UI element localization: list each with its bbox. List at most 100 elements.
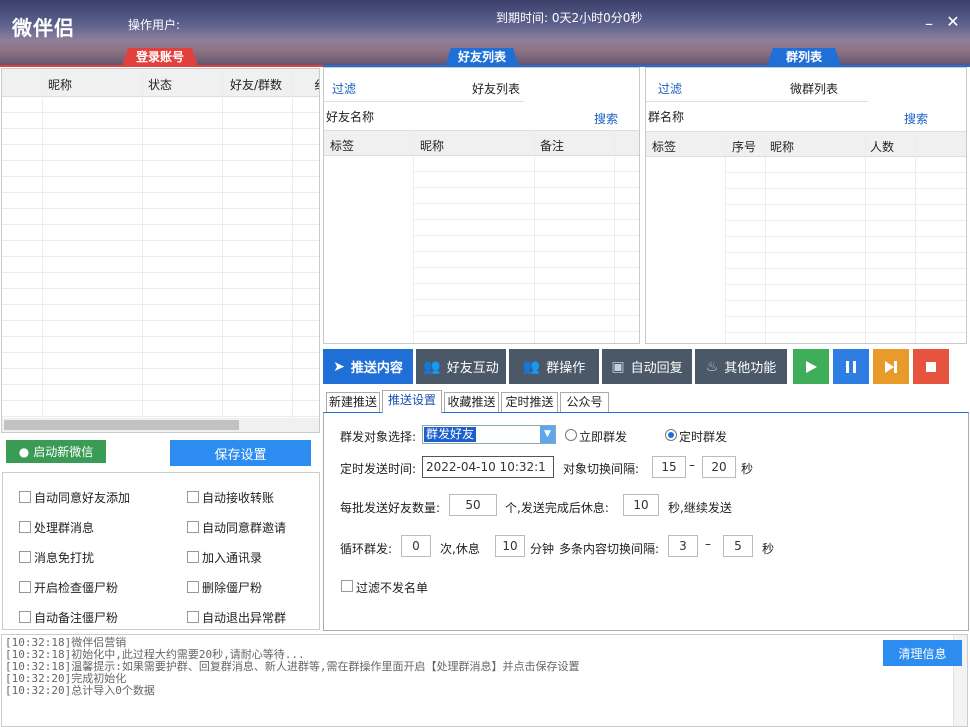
next-button[interactable] (873, 349, 909, 384)
table-row[interactable] (414, 284, 639, 300)
table-row[interactable] (726, 205, 966, 221)
stop-button[interactable] (913, 349, 949, 384)
table-row[interactable] (2, 97, 319, 113)
pause-button[interactable] (833, 349, 869, 384)
table-row[interactable] (2, 337, 319, 353)
group-col-index[interactable]: 序号 (732, 138, 756, 155)
batch-size-input[interactable]: 50 (449, 494, 497, 516)
subtab-new-push[interactable]: 新建推送 (326, 392, 380, 412)
loop-rest-input[interactable]: 10 (495, 535, 525, 557)
subtab-scheduled-push[interactable]: 定时推送 (501, 392, 558, 412)
option-checkbox[interactable] (187, 581, 199, 593)
tab-other-functions[interactable]: ♨ 其他功能 (695, 349, 787, 384)
table-row[interactable] (726, 253, 966, 269)
table-row[interactable] (2, 369, 319, 385)
friend-search-button[interactable]: 搜索 (594, 110, 618, 127)
option-checkbox[interactable] (19, 521, 31, 533)
table-row[interactable] (726, 317, 966, 333)
table-row[interactable] (414, 316, 639, 332)
table-row[interactable] (2, 161, 319, 177)
table-row[interactable] (726, 189, 966, 205)
multi-max-input[interactable]: 5 (723, 535, 753, 557)
table-row[interactable] (2, 193, 319, 209)
target-select[interactable]: 群发好友 ▼ (422, 425, 556, 444)
tab-group-operation[interactable]: 👥 群操作 (509, 349, 599, 384)
option-checkbox[interactable] (187, 491, 199, 503)
scrollbar-thumb[interactable] (4, 420, 239, 430)
option-checkbox[interactable] (187, 521, 199, 533)
send-time-input[interactable]: 2022-04-10 10:32:1 (422, 456, 554, 478)
filter-blacklist-checkbox[interactable] (341, 580, 353, 592)
option-checkbox[interactable] (19, 491, 31, 503)
table-row[interactable] (414, 300, 639, 316)
table-row[interactable] (414, 236, 639, 252)
option-checkbox[interactable] (19, 551, 31, 563)
table-row[interactable] (414, 188, 639, 204)
rest-seconds-input[interactable]: 10 (623, 494, 659, 516)
table-row[interactable] (414, 156, 639, 172)
loop-count-input[interactable]: 0 (401, 535, 431, 557)
table-row[interactable] (2, 289, 319, 305)
tab-friend-interaction[interactable]: 👥 好友互动 (416, 349, 506, 384)
table-row[interactable] (2, 129, 319, 145)
group-col-tag[interactable]: 标签 (652, 138, 676, 155)
option-checkbox[interactable] (187, 611, 199, 623)
table-row[interactable] (2, 273, 319, 289)
table-row[interactable] (2, 209, 319, 225)
table-row[interactable] (2, 145, 319, 161)
table-row[interactable] (414, 204, 639, 220)
instant-radio[interactable] (565, 429, 577, 441)
chevron-down-icon[interactable]: ▼ (540, 426, 555, 443)
group-col-members[interactable]: 人数 (870, 138, 894, 155)
tab-auto-reply[interactable]: ▣ 自动回复 (602, 349, 692, 384)
col-friend-group-count[interactable]: 好友/群数 (230, 76, 282, 93)
table-row[interactable] (414, 172, 639, 188)
close-icon[interactable]: ✕ (944, 12, 962, 31)
account-grid[interactable]: 昵称 状态 好友/群数 纟 (1, 68, 320, 433)
table-row[interactable] (726, 173, 966, 189)
switch-min-input[interactable]: 15 (652, 456, 686, 478)
table-row[interactable] (2, 353, 319, 369)
table-row[interactable] (2, 321, 319, 337)
clear-log-button[interactable]: 清理信息 (883, 640, 962, 666)
option-checkbox[interactable] (187, 551, 199, 563)
table-row[interactable] (2, 257, 319, 273)
friend-filter-link[interactable]: 过滤 (332, 80, 356, 97)
group-search-button[interactable]: 搜索 (904, 110, 928, 127)
start-wechat-button[interactable]: ● 启动新微信 (6, 440, 106, 463)
subtab-favorite-push[interactable]: 收藏推送 (444, 392, 499, 412)
table-row[interactable] (726, 157, 966, 173)
group-col-nickname[interactable]: 昵称 (770, 138, 794, 155)
subtab-official-account[interactable]: 公众号 (560, 392, 609, 412)
table-row[interactable] (2, 241, 319, 257)
play-button[interactable] (793, 349, 829, 384)
option-checkbox[interactable] (19, 611, 31, 623)
table-row[interactable] (2, 401, 319, 417)
friend-col-nickname[interactable]: 昵称 (420, 137, 444, 154)
table-row[interactable] (414, 268, 639, 284)
table-row[interactable] (726, 237, 966, 253)
table-row[interactable] (2, 225, 319, 241)
col-nickname[interactable]: 昵称 (48, 76, 72, 93)
save-settings-button[interactable]: 保存设置 (170, 440, 311, 466)
multi-min-input[interactable]: 3 (668, 535, 698, 557)
col-more[interactable]: 纟 (314, 76, 319, 93)
table-row[interactable] (2, 177, 319, 193)
switch-max-input[interactable]: 20 (702, 456, 736, 478)
friend-col-remark[interactable]: 备注 (540, 137, 564, 154)
table-row[interactable] (414, 220, 639, 236)
table-row[interactable] (726, 301, 966, 317)
table-row[interactable] (414, 252, 639, 268)
group-filter-link[interactable]: 过滤 (658, 80, 682, 97)
table-row[interactable] (726, 221, 966, 237)
timed-radio[interactable] (665, 429, 677, 441)
table-row[interactable] (2, 385, 319, 401)
table-row[interactable] (726, 285, 966, 301)
table-row[interactable] (2, 113, 319, 129)
table-row[interactable] (2, 305, 319, 321)
tab-push-content[interactable]: ➤ 推送内容 (323, 349, 413, 384)
minimize-icon[interactable]: – (920, 14, 938, 33)
subtab-push-settings[interactable]: 推送设置 (382, 390, 442, 413)
horizontal-scrollbar[interactable] (2, 418, 319, 432)
option-checkbox[interactable] (19, 581, 31, 593)
